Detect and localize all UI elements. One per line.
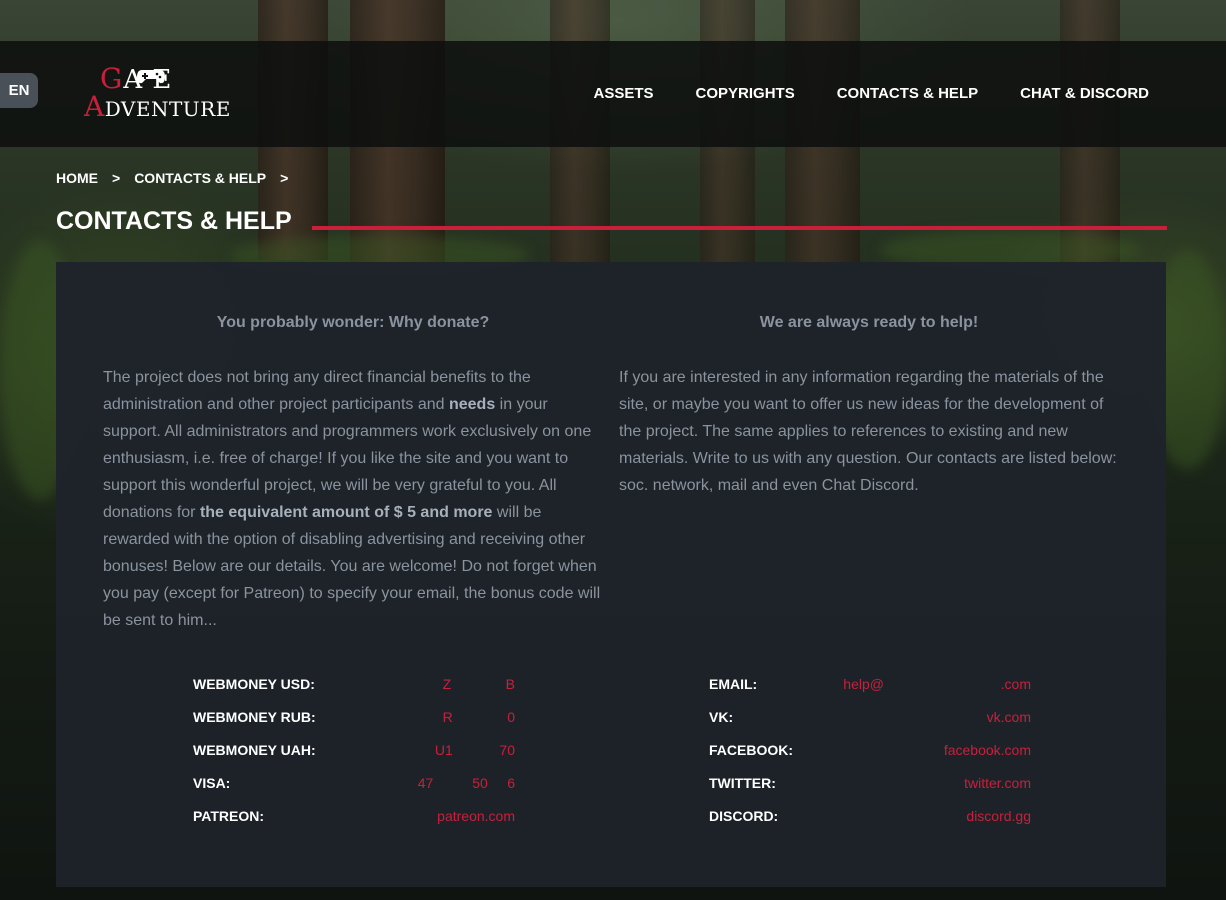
facebook-link[interactable]: facebook.com — [944, 742, 1031, 758]
breadcrumb-home[interactable]: HOME — [56, 170, 98, 186]
language-switch-button[interactable]: EN — [0, 73, 38, 108]
contact-row-email: EMAIL: help@ .com — [709, 672, 1031, 705]
vk-link[interactable]: vk.com — [987, 709, 1031, 725]
payment-row-visa: VISA: 47 50 6 — [193, 771, 515, 804]
payment-label: PATREON: — [193, 808, 265, 824]
twitter-link[interactable]: twitter.com — [964, 775, 1031, 791]
breadcrumb-separator: > — [112, 170, 121, 186]
contact-row-facebook: FACEBOOK: facebook.com — [709, 738, 1031, 771]
email-link[interactable]: help@ .com — [843, 676, 1031, 692]
gamepad-icon — [137, 70, 165, 84]
contact-row-vk: VK: vk.com — [709, 705, 1031, 738]
payment-details: WEBMONEY USD: Z B WEBMONEY RUB: R 0 WEBM… — [193, 672, 515, 837]
breadcrumb-contacts[interactable]: CONTACTS & HELP — [134, 170, 266, 186]
content-panel: You probably wonder: Why donate? The pro… — [56, 262, 1166, 887]
site-logo[interactable]: GA E ADVENTURE — [84, 62, 234, 123]
contact-label: EMAIL: — [709, 676, 758, 692]
contact-label: VK: — [709, 709, 734, 725]
help-text: If you are interested in any information… — [619, 369, 1117, 494]
donate-heading: You probably wonder: Why donate? — [216, 314, 490, 331]
patreon-link[interactable]: patreon.com — [437, 808, 515, 824]
contact-label: TWITTER: — [709, 775, 776, 791]
contact-details: EMAIL: help@ .com VK: vk.com FACEBOOK: f… — [709, 672, 1031, 837]
breadcrumb: HOME > CONTACTS & HELP > — [56, 170, 302, 186]
contact-label: FACEBOOK: — [709, 742, 793, 758]
payment-value[interactable]: R 0 — [443, 709, 515, 725]
payment-row-webmoney-usd: WEBMONEY USD: Z B — [193, 672, 515, 705]
payment-value[interactable]: Z B — [443, 676, 515, 692]
payment-row-webmoney-rub: WEBMONEY RUB: R 0 — [193, 705, 515, 738]
nav-chat-discord[interactable]: CHAT & DISCORD — [1020, 85, 1149, 102]
breadcrumb-separator: > — [280, 170, 289, 186]
donate-text: The project does not bring any direct fi… — [103, 369, 601, 629]
nav-copyrights[interactable]: COPYRIGHTS — [696, 85, 795, 102]
logo-line-2: ADVENTURE — [84, 90, 231, 123]
page-title: CONTACTS & HELP — [56, 207, 292, 235]
main-nav: ASSETS COPYRIGHTS CONTACTS & HELP CHAT &… — [552, 85, 1149, 102]
payment-row-webmoney-uah: WEBMONEY UAH: U1 70 — [193, 738, 515, 771]
payment-label: WEBMONEY USD: — [193, 676, 315, 692]
payment-label: WEBMONEY RUB: — [193, 709, 316, 725]
payment-row-patreon: PATREON: patreon.com — [193, 804, 515, 837]
contact-row-twitter: TWITTER: twitter.com — [709, 771, 1031, 804]
nav-assets[interactable]: ASSETS — [594, 85, 654, 102]
help-heading: We are always ready to help! — [759, 314, 979, 331]
contact-row-discord: DISCORD: discord.gg — [709, 804, 1031, 837]
title-underline — [312, 226, 1167, 230]
nav-contacts-help[interactable]: CONTACTS & HELP — [837, 85, 978, 102]
payment-label: VISA: — [193, 775, 231, 791]
payment-label: WEBMONEY UAH: — [193, 742, 316, 758]
discord-link[interactable]: discord.gg — [966, 808, 1031, 824]
payment-value[interactable]: 47 50 6 — [418, 775, 515, 791]
contact-label: DISCORD: — [709, 808, 779, 824]
payment-value[interactable]: U1 70 — [435, 742, 515, 758]
